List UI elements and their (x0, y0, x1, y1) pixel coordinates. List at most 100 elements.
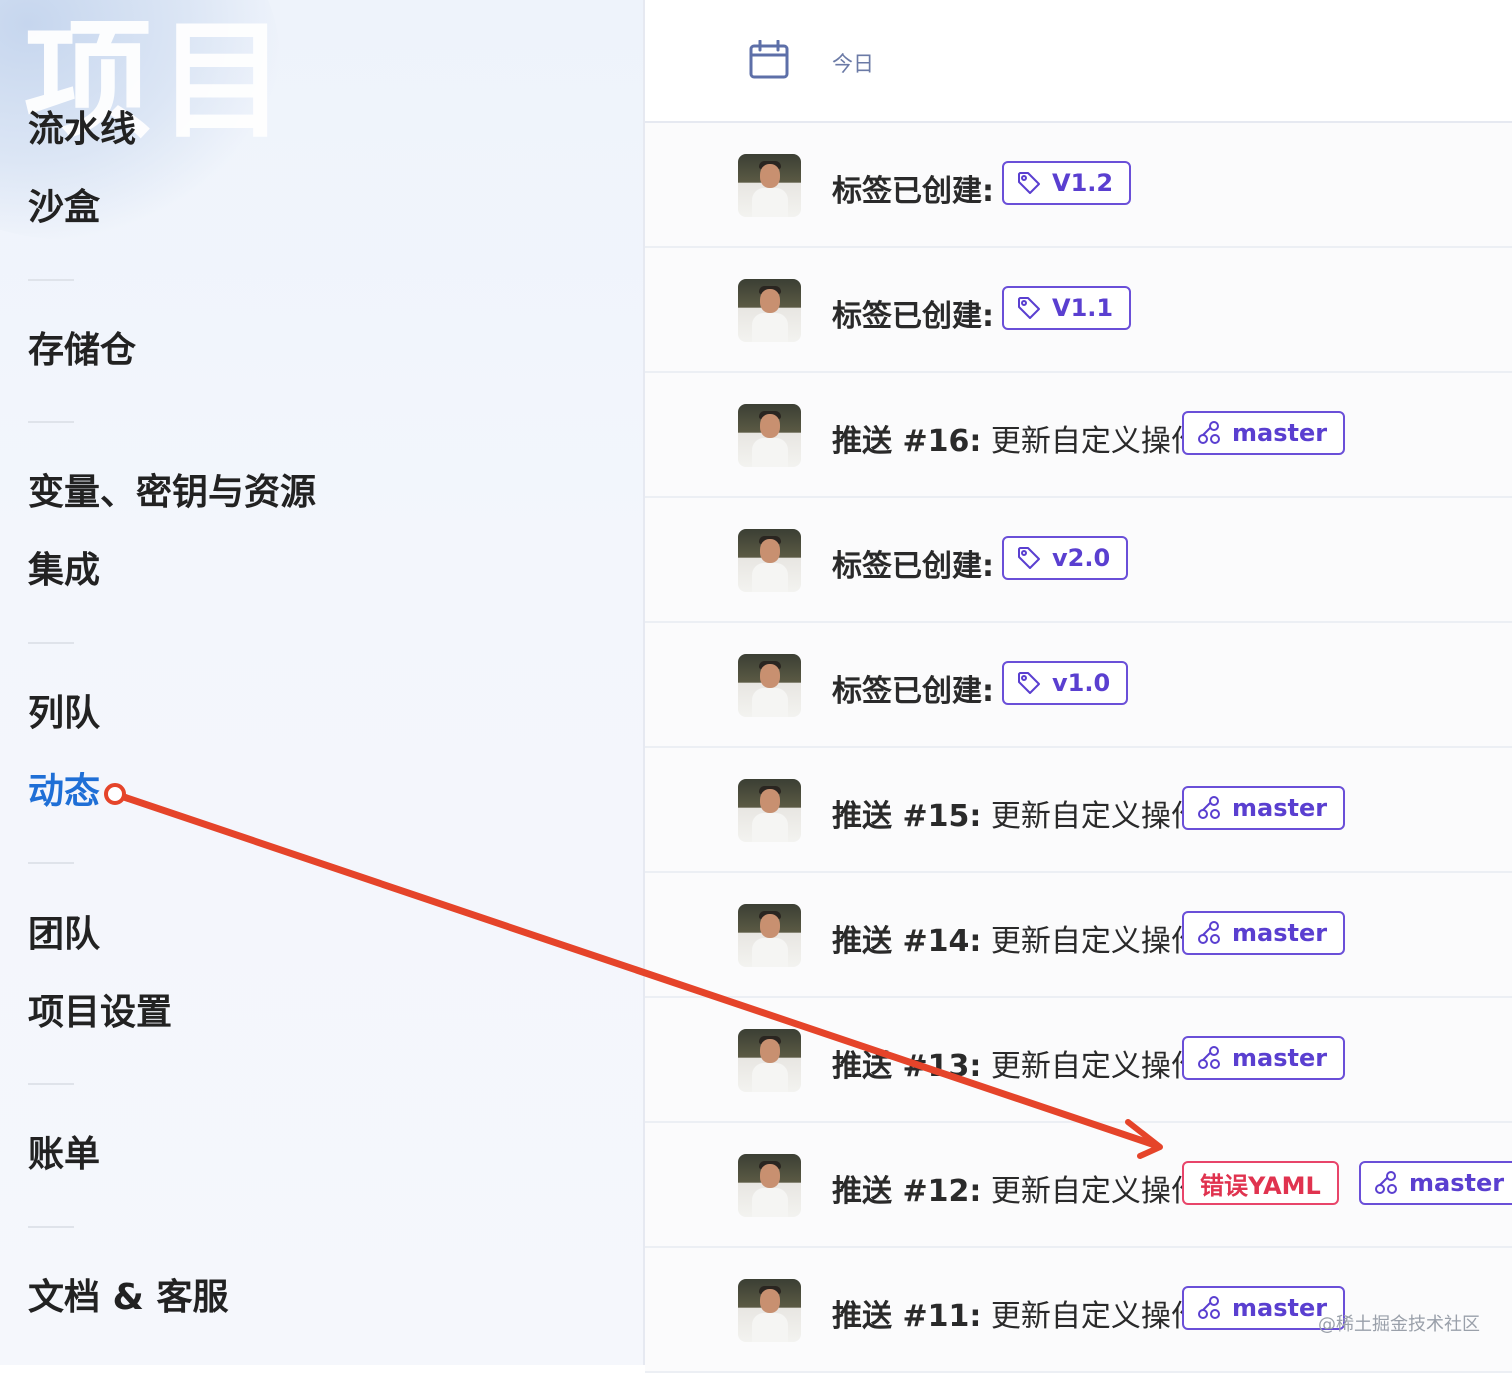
event-title: 推送 #14: (832, 924, 982, 959)
event-message: 更新自定义操作 (981, 799, 1201, 834)
event-title: 推送 #12: (832, 1174, 982, 1209)
user-avatar[interactable] (738, 404, 801, 467)
chip-label: master (1232, 1294, 1328, 1322)
branch-chip[interactable]: master (1359, 1161, 1512, 1205)
user-avatar[interactable] (738, 779, 801, 842)
feed-header: 今日 (645, 0, 1512, 123)
chip-label: v2.0 (1052, 544, 1111, 572)
tag-chip[interactable]: v1.0 (1002, 661, 1129, 705)
sidebar-divider (28, 862, 74, 864)
tag-icon (1018, 172, 1040, 194)
event-message: 更新自定义操作 (981, 1174, 1201, 1209)
event-message: 更新自定义操作 (981, 1299, 1201, 1334)
chip-label: V1.1 (1052, 294, 1114, 322)
activity-feed: 今日 标签已创建: V1.2 标签已创建: V1.1 推送 #16: 更新自定义操作 ma… (645, 0, 1512, 1373)
branch-icon (1198, 1296, 1220, 1319)
event-title: 推送 #15: (832, 799, 982, 834)
sidebar-item-sandbox[interactable]: 沙盒 (28, 190, 100, 226)
user-avatar[interactable] (738, 1029, 801, 1092)
user-avatar[interactable] (738, 904, 801, 967)
chip-label: V1.2 (1052, 169, 1114, 197)
sidebar-item-integrations[interactable]: 集成 (28, 553, 100, 589)
branch-icon (1198, 421, 1220, 444)
user-avatar[interactable] (738, 1154, 801, 1217)
event-text: 标签已创建: (832, 291, 994, 335)
event-text: 标签已创建: (832, 166, 994, 210)
tag-chip[interactable]: v2.0 (1002, 536, 1129, 580)
chip-label: master (1232, 919, 1328, 947)
branch-chip[interactable]: master (1182, 411, 1346, 455)
sidebar-divider (28, 1083, 74, 1085)
annotation-pin (104, 783, 126, 805)
event-text: 推送 #15: 更新自定义操作 (832, 791, 1201, 835)
event-message: 更新自定义操作 (981, 924, 1201, 959)
sidebar-item-repositories[interactable]: 存储仓 (28, 333, 136, 369)
event-text: 标签已创建: (832, 541, 994, 585)
tag-chip[interactable]: V1.1 (1002, 286, 1132, 330)
chip-label: master (1232, 1044, 1328, 1072)
branch-chip[interactable]: master (1182, 786, 1346, 830)
tag-chip[interactable]: V1.2 (1002, 161, 1132, 205)
feed-row[interactable]: 推送 #14: 更新自定义操作 master (645, 873, 1512, 998)
feed-row[interactable]: 推送 #15: 更新自定义操作 master (645, 748, 1512, 873)
branch-chip[interactable]: master (1182, 1036, 1346, 1080)
event-text: 标签已创建: (832, 666, 994, 710)
sidebar: 项目 流水线 沙盒 存储仓 变量、密钥与资源 集成 列队 动态 团队 项目设置 … (0, 0, 645, 1365)
feed-row[interactable]: 标签已创建: v2.0 (645, 498, 1512, 623)
chip-label: v1.0 (1052, 669, 1111, 697)
event-title: 标签已创建: (832, 674, 994, 709)
feed-row[interactable]: 标签已创建: V1.1 (645, 248, 1512, 373)
sidebar-item-project-settings[interactable]: 项目设置 (28, 995, 172, 1031)
chip-label: 错误YAML (1200, 1171, 1321, 1200)
chip-label: master (1409, 1169, 1505, 1197)
event-title: 推送 #11: (832, 1299, 982, 1334)
tag-icon (1018, 547, 1040, 569)
sidebar-item-team[interactable]: 团队 (28, 917, 100, 953)
tag-icon (1018, 672, 1040, 694)
event-title: 标签已创建: (832, 174, 994, 209)
user-avatar[interactable] (738, 154, 801, 217)
branch-icon (1198, 921, 1220, 944)
feed-row[interactable]: 标签已创建: v1.0 (645, 623, 1512, 748)
sidebar-item-activity[interactable]: 动态 (28, 774, 100, 810)
sidebar-item-pipelines[interactable]: 流水线 (28, 112, 136, 148)
event-text: 推送 #14: 更新自定义操作 (832, 916, 1201, 960)
sidebar-item-queue[interactable]: 列队 (28, 696, 100, 732)
sidebar-item-docs-support[interactable]: 文档 & 客服 (28, 1280, 228, 1316)
sidebar-divider (28, 642, 74, 644)
event-text: 推送 #11: 更新自定义操作 (832, 1291, 1201, 1335)
user-avatar[interactable] (738, 1279, 801, 1342)
branch-icon (1375, 1171, 1397, 1194)
feed-row[interactable]: 标签已创建: V1.2 (645, 123, 1512, 248)
sidebar-item-billing[interactable]: 账单 (28, 1137, 100, 1173)
event-title: 推送 #13: (832, 1049, 982, 1084)
date-group-label: 今日 (832, 52, 874, 76)
event-title: 推送 #16: (832, 424, 982, 459)
chip-label: master (1232, 794, 1328, 822)
branch-icon (1198, 1046, 1220, 1069)
calendar-icon (749, 40, 789, 79)
event-message: 更新自定义操作 (981, 424, 1201, 459)
branch-icon (1198, 796, 1220, 819)
user-avatar[interactable] (738, 279, 801, 342)
error-badge[interactable]: 错误YAML (1182, 1161, 1339, 1205)
event-text: 推送 #13: 更新自定义操作 (832, 1041, 1201, 1085)
watermark: @稀土掘金技术社区 (1318, 1314, 1480, 1335)
user-avatar[interactable] (738, 654, 801, 717)
sidebar-divider (28, 1226, 74, 1228)
feed-row[interactable]: 推送 #12: 更新自定义操作 错误YAML master (645, 1123, 1512, 1248)
user-avatar[interactable] (738, 529, 801, 592)
feed-row[interactable]: 推送 #13: 更新自定义操作 master (645, 998, 1512, 1123)
branch-chip[interactable]: master (1182, 911, 1346, 955)
event-message: 更新自定义操作 (981, 1049, 1201, 1084)
chip-label: master (1232, 419, 1328, 447)
sidebar-divider (28, 279, 74, 281)
feed-row[interactable]: 推送 #16: 更新自定义操作 master (645, 373, 1512, 498)
tag-icon (1018, 297, 1040, 319)
event-text: 推送 #12: 更新自定义操作 (832, 1166, 1201, 1210)
event-title: 标签已创建: (832, 549, 994, 584)
sidebar-item-variables-secrets[interactable]: 变量、密钥与资源 (28, 475, 316, 511)
event-title: 标签已创建: (832, 299, 994, 334)
event-text: 推送 #16: 更新自定义操作 (832, 416, 1201, 460)
sidebar-divider (28, 421, 74, 423)
